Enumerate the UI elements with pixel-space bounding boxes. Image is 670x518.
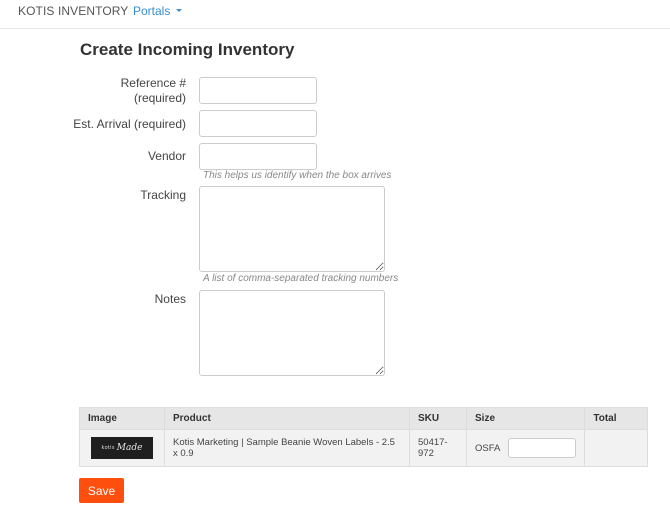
tracking-label: Tracking	[140, 188, 186, 202]
brand-link[interactable]: KOTIS INVENTORY	[18, 4, 128, 18]
table-row: kotis Made Kotis Marketing | Sample Bean…	[79, 429, 648, 467]
vendor-input[interactable]	[199, 143, 317, 170]
vendor-help-text: This helps us identify when the box arri…	[203, 170, 392, 181]
column-header-product: Product	[164, 407, 410, 430]
size-label: OSFA	[475, 442, 501, 454]
save-button[interactable]: Save	[79, 478, 124, 503]
column-header-sku: SKU	[409, 407, 467, 430]
product-logo-text: kotis	[101, 445, 115, 451]
total-cell	[584, 429, 648, 467]
product-logo-script: Made	[116, 443, 143, 453]
size-cell: OSFA	[465, 429, 586, 467]
inventory-items-table: Image Product SKU Size Total kotis Made …	[79, 407, 648, 467]
portals-dropdown[interactable]: Portals	[133, 4, 183, 18]
reference-label-line2: (required)	[133, 91, 186, 105]
est-arrival-label: Est. Arrival (required)	[73, 117, 186, 131]
notes-textarea[interactable]	[199, 290, 385, 376]
navbar: KOTIS INVENTORY Portals	[0, 0, 670, 29]
reference-input[interactable]	[199, 77, 317, 104]
notes-label: Notes	[154, 292, 186, 306]
image-cell: kotis Made	[79, 429, 165, 467]
tracking-help-text: A list of comma-separated tracking numbe…	[203, 273, 399, 284]
vendor-label: Vendor	[147, 149, 186, 163]
reference-label: Reference # (required)	[121, 76, 186, 106]
column-header-image: Image	[79, 407, 165, 430]
caret-down-icon	[176, 9, 183, 13]
product-thumbnail: kotis Made	[91, 437, 153, 459]
portals-label: Portals	[133, 4, 171, 18]
column-header-size: Size	[465, 407, 586, 430]
column-header-total: Total	[584, 407, 648, 430]
page-title: Create Incoming Inventory	[80, 40, 295, 59]
size-quantity-input[interactable]	[508, 438, 577, 458]
est-arrival-input[interactable]	[199, 110, 317, 137]
table-header-row: Image Product SKU Size Total	[79, 407, 648, 430]
tracking-textarea[interactable]	[199, 186, 385, 272]
reference-label-line1: Reference #	[120, 76, 186, 90]
sku-cell: 50417-972	[409, 429, 467, 467]
product-name-cell: Kotis Marketing | Sample Beanie Woven La…	[164, 429, 410, 467]
